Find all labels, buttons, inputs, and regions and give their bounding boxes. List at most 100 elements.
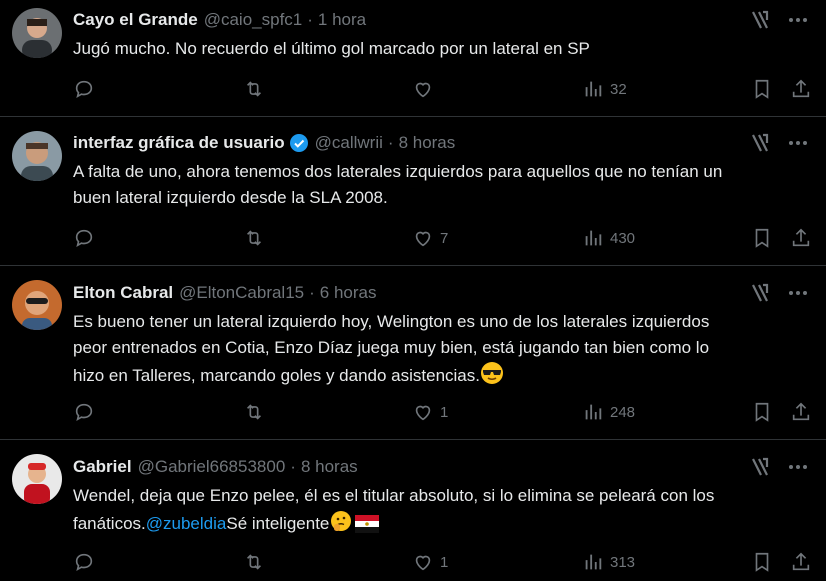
grok-icon[interactable]: [748, 9, 772, 31]
author-name[interactable]: Elton Cabral: [73, 283, 173, 303]
like-icon: [415, 82, 431, 98]
retweet-button[interactable]: [243, 78, 265, 100]
more-icon[interactable]: [786, 132, 810, 154]
mention-link[interactable]: @zubeldia: [146, 514, 227, 533]
timestamp[interactable]: 6 horas: [320, 283, 377, 303]
views-icon: [585, 404, 602, 420]
views-count: 32: [610, 80, 627, 98]
share-button[interactable]: [790, 551, 812, 573]
avatar[interactable]: [12, 280, 62, 330]
tweet-text: Wendel, deja que Enzo pelee, él es el ti…: [73, 483, 810, 541]
views-button[interactable]: 32: [582, 78, 627, 100]
author-name[interactable]: interfaz gráfica de usuario: [73, 133, 285, 153]
like-icon: [415, 231, 431, 247]
reply-button[interactable]: [73, 227, 95, 249]
more-icon[interactable]: [786, 282, 810, 304]
like-button[interactable]: [412, 78, 440, 100]
tweet-text: Es bueno tener un lateral izquierdo hoy,…: [73, 309, 810, 393]
share-icon: [792, 79, 810, 98]
tweet-line: buen lateral izquierdo desde la SLA 2008…: [73, 188, 388, 207]
views-icon: [585, 81, 602, 97]
tweet-line-text: fanáticos.: [73, 514, 146, 533]
more-icon[interactable]: [786, 9, 810, 31]
retweet-icon: [246, 554, 262, 570]
separator: ·: [309, 283, 315, 302]
tweet-text: Jugó mucho. No recuerdo el último gol ma…: [73, 36, 810, 62]
tweet[interactable]: Elton Cabral @EltonCabral15 · 6 horas Es…: [0, 266, 826, 440]
reply-icon: [75, 553, 93, 572]
tweet-text: A falta de uno, ahora tenemos dos latera…: [73, 159, 810, 211]
bookmark-button[interactable]: [751, 227, 773, 249]
grok-icon[interactable]: [748, 456, 772, 478]
retweet-icon: [246, 81, 262, 97]
separator: ·: [307, 10, 313, 29]
reply-button[interactable]: [73, 401, 95, 423]
tweet-line-text: Sé inteligente: [226, 514, 330, 533]
reply-button[interactable]: [73, 78, 95, 100]
bookmark-button[interactable]: [751, 551, 773, 573]
views-count: 248: [610, 403, 636, 421]
tweet-line: fanáticos.@zubeldiaSé inteligente: [73, 509, 810, 541]
timeline: Cayo el Grande @caio_spfc1 · 1 hora Jugó…: [0, 0, 826, 581]
share-icon: [792, 228, 810, 247]
retweet-button[interactable]: [243, 551, 265, 573]
separator: ·: [290, 457, 296, 476]
timestamp[interactable]: 1 hora: [318, 10, 366, 30]
author-handle[interactable]: @Gabriel66853800: [138, 457, 286, 477]
views-count: 430: [610, 229, 636, 247]
share-button[interactable]: [790, 227, 812, 249]
timestamp[interactable]: 8 horas: [301, 457, 358, 477]
like-icon: [415, 405, 431, 421]
avatar[interactable]: [12, 131, 62, 181]
views-button[interactable]: 430: [582, 227, 635, 249]
like-button[interactable]: 1: [412, 401, 448, 423]
author-handle[interactable]: @EltonCabral15: [179, 283, 304, 303]
avatar[interactable]: [12, 8, 62, 58]
like-count: 7: [440, 229, 449, 247]
share-icon: [792, 552, 810, 571]
like-button[interactable]: 1: [412, 551, 448, 573]
share-icon: [792, 402, 810, 421]
timestamp[interactable]: 8 horas: [399, 133, 456, 153]
reply-icon: [75, 229, 93, 248]
tweet[interactable]: Gabriel @Gabriel66853800 · 8 horas Wende…: [0, 440, 826, 581]
bookmark-icon: [755, 79, 769, 99]
retweet-icon: [246, 230, 262, 246]
author-name[interactable]: Cayo el Grande: [73, 10, 198, 30]
tweet-line: Es bueno tener un lateral izquierdo hoy,…: [73, 312, 710, 331]
author-handle[interactable]: @caio_spfc1: [204, 10, 303, 30]
reply-icon: [75, 403, 93, 422]
tweet-line: Jugó mucho. No recuerdo el último gol ma…: [73, 39, 590, 58]
like-button[interactable]: 7: [412, 227, 448, 249]
bookmark-icon: [755, 228, 769, 248]
separator: ·: [387, 133, 394, 152]
tweet[interactable]: interfaz gráfica de usuario @callwrii · …: [0, 117, 826, 266]
avatar[interactable]: [12, 454, 62, 504]
views-button[interactable]: 313: [582, 551, 635, 573]
grok-icon[interactable]: [748, 132, 772, 154]
bookmark-icon: [755, 552, 769, 572]
tweet-line-text: hizo en Talleres, marcando goles y dando…: [73, 366, 480, 385]
author-handle[interactable]: @callwrii: [315, 133, 383, 153]
bookmark-button[interactable]: [751, 78, 773, 100]
bookmark-icon: [755, 402, 769, 422]
retweet-button[interactable]: [243, 227, 265, 249]
like-count: 1: [440, 403, 449, 421]
more-icon[interactable]: [786, 456, 810, 478]
tweet-line: Wendel, deja que Enzo pelee, él es el ti…: [73, 486, 715, 505]
retweet-button[interactable]: [243, 401, 265, 423]
retweet-icon: [246, 404, 262, 420]
grok-icon[interactable]: [748, 282, 772, 304]
reply-button[interactable]: [73, 551, 95, 573]
tweet-line: A falta de uno, ahora tenemos dos latera…: [73, 162, 723, 181]
share-button[interactable]: [790, 401, 812, 423]
like-count: 1: [440, 553, 449, 571]
verified-icon: [289, 133, 309, 153]
bookmark-button[interactable]: [751, 401, 773, 423]
share-button[interactable]: [790, 78, 812, 100]
tweet[interactable]: Cayo el Grande @caio_spfc1 · 1 hora Jugó…: [0, 0, 826, 117]
thinking-face-emoji-icon: [329, 509, 353, 541]
author-name[interactable]: Gabriel: [73, 457, 132, 477]
like-icon: [415, 555, 431, 571]
views-button[interactable]: 248: [582, 401, 635, 423]
